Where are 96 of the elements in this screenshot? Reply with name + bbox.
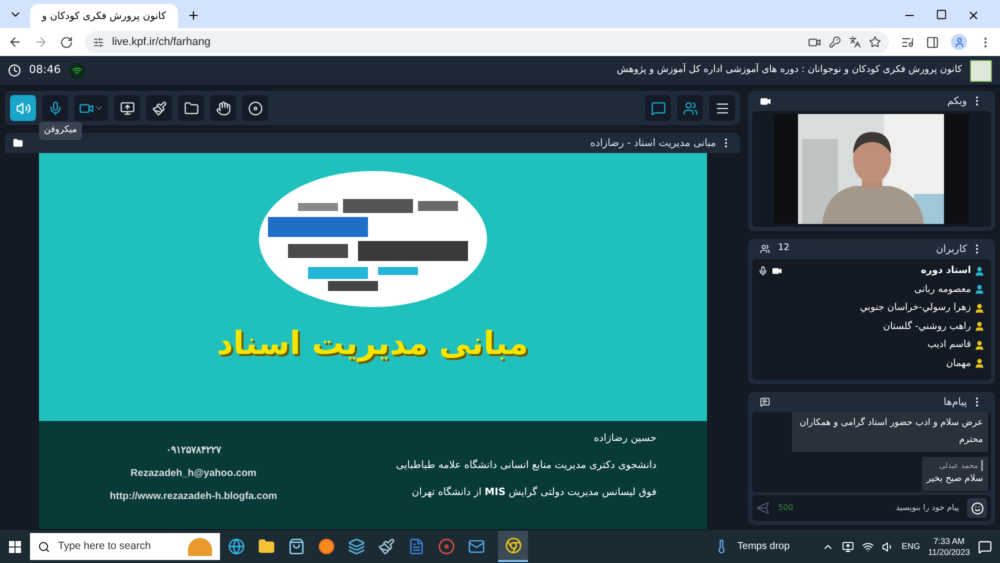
profile-avatar[interactable] (951, 34, 967, 50)
taskbar-search-field[interactable]: Type here to search (30, 533, 220, 560)
search-placeholder: Type here to search (58, 538, 152, 554)
record-icon[interactable] (438, 538, 455, 555)
chat-button[interactable] (645, 95, 671, 121)
user-item[interactable]: استاد دوره (920, 264, 985, 278)
translate-icon[interactable] (849, 36, 861, 48)
app-logo-icon (970, 60, 992, 82)
record-icon (248, 100, 262, 116)
message-text: عرض سلام و ادب حضور استاد گرامی و همکاران محترم (798, 416, 983, 447)
folder-icon (184, 100, 198, 116)
author-line: دانشجوی دکتری مدیریت منابع انسانی دانشگاه علامه طباطبایی (396, 458, 656, 473)
camera-icon[interactable] (808, 36, 821, 48)
brush-icon (152, 100, 166, 116)
clock-icon (8, 64, 21, 77)
tab-title: کانون پرورش فکری کودکان و (42, 10, 166, 24)
user-name: قاسم ادیب (927, 338, 971, 352)
user-count: 12 (778, 242, 790, 256)
character-counter: 500 (778, 502, 794, 514)
message-input[interactable]: پیام خود را بنویسید (801, 502, 959, 514)
taskbar-time: 7:33 AM (933, 536, 965, 546)
windows-icon (9, 540, 21, 552)
user-name: معصومه ربانی (914, 282, 971, 297)
panel-title: کاربران (936, 242, 967, 256)
panel-title: مبانی مدیریت اسناد - رضازاده (590, 136, 716, 150)
author-line: حسین رضازاده (594, 432, 656, 446)
user-item[interactable]: معصومه ربانی (914, 282, 985, 297)
users-icon (682, 100, 698, 116)
side-panel-icon[interactable] (926, 36, 939, 48)
app-title: کانون پرورش فکری کودکان و نوجوانان : دوره های آموزشی اداره کل آموزش و پژوهش (616, 63, 962, 78)
camera-icon (772, 266, 782, 276)
microphone-button[interactable] (42, 95, 68, 121)
menu-button[interactable] (709, 95, 735, 121)
hand-button[interactable] (210, 95, 236, 121)
chat-icon (760, 397, 770, 407)
users-button[interactable] (677, 95, 703, 121)
smile-icon (970, 502, 984, 514)
chrome-button[interactable] (498, 531, 528, 562)
speaker-icon (16, 100, 30, 116)
contact-line: ۰۹۱۲۵۷۸۴۲۲۷ (166, 444, 221, 458)
folder-button[interactable] (178, 95, 204, 121)
volume-icon[interactable] (882, 540, 894, 552)
user-name: مهمان (946, 356, 971, 371)
microphone-icon (48, 100, 62, 116)
chat-icon (650, 100, 666, 116)
address-field[interactable]: live.kpf.ir/ch/farhang (85, 31, 889, 53)
emoji-button[interactable] (967, 498, 987, 518)
brush-button[interactable] (146, 95, 172, 121)
contact-line: Rezazadeh_h@yahoo.com (130, 467, 256, 481)
panel-title: پیام‌ها (944, 396, 967, 410)
key-icon[interactable] (829, 36, 841, 48)
url-text: live.kpf.ir/ch/farhang (112, 34, 212, 50)
user-item[interactable]: قاسم ادیب (927, 338, 985, 352)
paint-icon[interactable] (378, 538, 395, 555)
connection-icon (68, 62, 85, 78)
language-indicator[interactable]: ENG (902, 540, 920, 553)
clock-button[interactable]: 7:33 AM 11/20/2023 (928, 536, 970, 558)
panel-title: وبکم (947, 94, 967, 108)
plus-icon (186, 8, 200, 22)
browser-icon[interactable] (228, 538, 245, 555)
reload-icon[interactable] (60, 36, 73, 48)
mail-icon[interactable] (468, 538, 485, 555)
back-icon[interactable] (8, 35, 22, 49)
tray-app-icon[interactable] (842, 540, 854, 552)
notifications-icon[interactable] (978, 540, 992, 554)
camera-button[interactable] (74, 95, 108, 121)
bookmark-icon[interactable] (869, 36, 881, 48)
taskbar-date: 11/20/2023 (928, 546, 970, 558)
clock-time: 08:46 (29, 62, 61, 78)
message-text: سلام صبح بخیر (926, 473, 983, 486)
app-icon[interactable] (348, 538, 365, 555)
contact-line: http://www.rezazadeh-h.blogfa.com (110, 490, 278, 504)
chrome-icon (504, 537, 522, 554)
hand-icon (216, 100, 230, 116)
file-icon (13, 138, 23, 148)
share-screen-button[interactable] (114, 95, 140, 121)
store-icon[interactable] (288, 538, 305, 555)
users-icon (760, 244, 770, 254)
user-name: استاد دوره (920, 264, 971, 278)
record-button[interactable] (242, 95, 268, 121)
share-screen-icon (120, 100, 134, 116)
media-icon[interactable] (901, 36, 914, 48)
maximize-icon[interactable] (936, 9, 947, 20)
close-icon[interactable] (967, 9, 980, 22)
site-settings-icon (93, 36, 104, 48)
user-icon (954, 36, 964, 48)
tooltip: میکروفن (39, 122, 82, 140)
search-icon (38, 540, 50, 552)
speaker-button[interactable] (10, 95, 36, 121)
wifi-icon[interactable] (862, 540, 874, 552)
folder-icon[interactable] (258, 538, 275, 555)
camera-icon (760, 96, 771, 106)
browser-tab[interactable]: کانون پرورش فکری کودکان و (30, 4, 178, 28)
weather-text[interactable]: Temps drop (737, 539, 790, 554)
menu-icon (714, 100, 730, 116)
user-item[interactable]: مهمان (946, 356, 985, 371)
